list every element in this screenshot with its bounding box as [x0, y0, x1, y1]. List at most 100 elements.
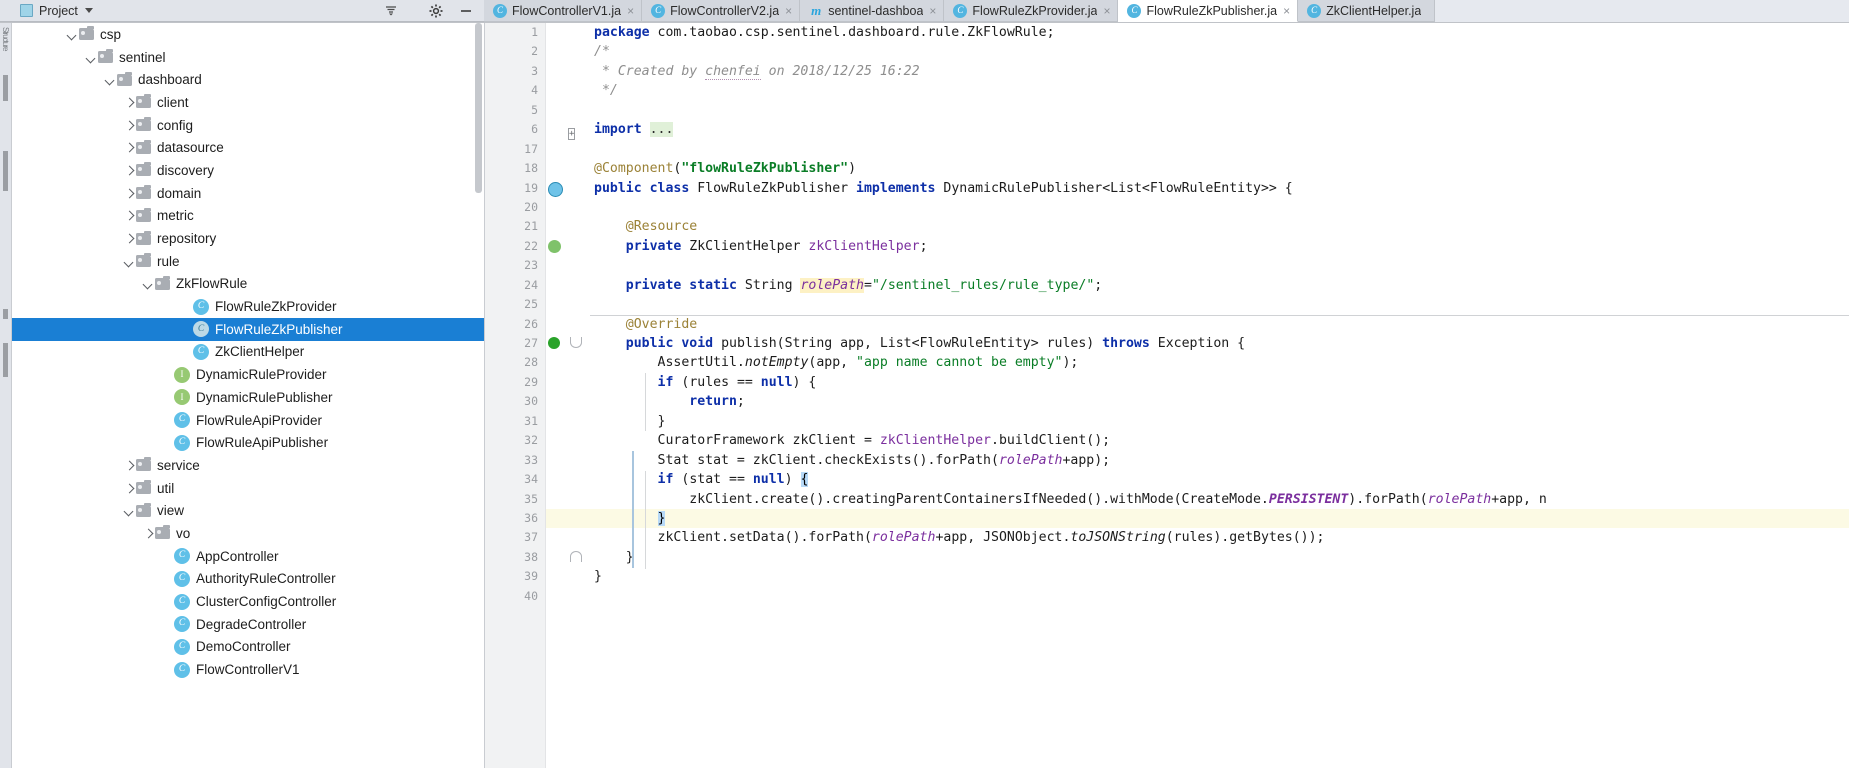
editor-tab[interactable]: C ZkClientHelper.ja: [1298, 0, 1436, 22]
code-line[interactable]: private ZkClientHelper zkClientHelper;: [590, 237, 1849, 256]
code-line[interactable]: Stat stat = zkClient.checkExists().forPa…: [590, 451, 1849, 470]
chevron-right-icon[interactable]: [142, 527, 155, 540]
gutter-row[interactable]: [546, 295, 590, 314]
code-line[interactable]: AssertUtil.notEmpty(app, "app name canno…: [590, 353, 1849, 372]
project-tree[interactable]: csp sentinel dashboard client config datasour…: [12, 23, 485, 768]
code-line[interactable]: }: [590, 412, 1849, 431]
override-method-icon[interactable]: [548, 337, 560, 350]
tree-scrollbar[interactable]: [475, 23, 482, 193]
gutter-row[interactable]: [546, 140, 590, 159]
fold-collapse-icon[interactable]: [570, 551, 582, 563]
editor-tab[interactable]: C FlowRuleZkPublisher.ja ×: [1118, 0, 1299, 22]
tree-item[interactable]: ZkFlowRule: [12, 273, 484, 296]
code-line[interactable]: /*: [590, 42, 1849, 61]
editor-tab[interactable]: C FlowControllerV1.ja ×: [484, 0, 643, 22]
code-line[interactable]: * Created by chenfei on 2018/12/25 16:22: [590, 62, 1849, 81]
code-line[interactable]: [590, 587, 1849, 606]
code-line[interactable]: @Component("flowRuleZkPublisher"): [590, 159, 1849, 178]
gutter-row[interactable]: [546, 198, 590, 217]
gutter-row[interactable]: [546, 451, 590, 470]
chevron-right-icon[interactable]: [123, 96, 136, 109]
chevron-down-icon[interactable]: [66, 28, 79, 41]
code-line[interactable]: }: [590, 508, 1849, 529]
gutter-icon-column[interactable]: +: [546, 23, 590, 768]
gutter-row[interactable]: [546, 490, 590, 509]
gutter-row[interactable]: [546, 353, 590, 372]
gutter-row[interactable]: [546, 276, 590, 295]
gutter-row[interactable]: [546, 23, 590, 42]
gutter-row[interactable]: [546, 159, 590, 178]
code-line[interactable]: [590, 140, 1849, 159]
tree-item[interactable]: C FlowRuleApiProvider: [12, 409, 484, 432]
gutter-row[interactable]: [546, 373, 590, 392]
code-line[interactable]: public void publish(String app, List<Flo…: [590, 334, 1849, 353]
chevron-right-icon[interactable]: [123, 119, 136, 132]
gutter-row[interactable]: [546, 431, 590, 450]
tree-item[interactable]: sentinel: [12, 46, 484, 69]
close-icon[interactable]: ×: [1282, 5, 1290, 17]
tree-item[interactable]: datasource: [12, 136, 484, 159]
tree-item[interactable]: metric: [12, 205, 484, 228]
tree-item[interactable]: util: [12, 477, 484, 500]
tree-item[interactable]: C FlowControllerV1: [12, 658, 484, 681]
gutter-row[interactable]: [546, 81, 590, 100]
gutter-row[interactable]: [546, 412, 590, 431]
settings-gear-icon[interactable]: [428, 3, 444, 19]
close-icon[interactable]: ×: [1102, 5, 1110, 17]
code-content[interactable]: package com.taobao.csp.sentinel.dashboar…: [590, 23, 1849, 768]
close-icon[interactable]: ×: [928, 5, 936, 17]
code-line[interactable]: [590, 101, 1849, 120]
gutter-row[interactable]: [546, 217, 590, 236]
editor-tab[interactable]: C FlowRuleZkProvider.ja ×: [944, 0, 1119, 22]
tree-item[interactable]: view: [12, 499, 484, 522]
tree-item[interactable]: C AppController: [12, 545, 484, 568]
code-line[interactable]: @Override: [590, 315, 1849, 334]
tree-item[interactable]: C AuthorityRuleController: [12, 568, 484, 591]
chevron-right-icon[interactable]: [123, 459, 136, 472]
gutter-row[interactable]: [546, 528, 590, 547]
code-line[interactable]: [590, 295, 1849, 314]
tree-item[interactable]: domain: [12, 182, 484, 205]
code-line[interactable]: CuratorFramework zkClient = zkClientHelp…: [590, 431, 1849, 450]
tree-item[interactable]: dashboard: [12, 68, 484, 91]
chevron-down-icon[interactable]: [104, 73, 117, 86]
code-line[interactable]: [590, 256, 1849, 275]
implemented-interface-icon[interactable]: [548, 181, 563, 197]
gutter-row[interactable]: [546, 256, 590, 275]
tree-item[interactable]: service: [12, 454, 484, 477]
chevron-right-icon[interactable]: [123, 209, 136, 222]
chevron-right-icon[interactable]: [123, 482, 136, 495]
fold-collapse-icon[interactable]: [570, 337, 582, 349]
code-line[interactable]: if (stat == null) {: [590, 470, 1849, 489]
tree-item[interactable]: C ZkClientHelper: [12, 341, 484, 364]
chevron-down-icon[interactable]: [84, 8, 93, 13]
code-line[interactable]: }: [590, 567, 1849, 586]
tree-item[interactable]: C DemoController: [12, 636, 484, 659]
fold-expand-icon[interactable]: +: [568, 123, 576, 141]
gutter-row[interactable]: [546, 567, 590, 586]
bean-autowired-icon[interactable]: [548, 239, 561, 253]
editor-tab[interactable]: m sentinel-dashboa ×: [800, 0, 945, 22]
code-line[interactable]: import ...: [590, 120, 1849, 139]
tree-item[interactable]: client: [12, 91, 484, 114]
code-line[interactable]: public class FlowRuleZkPublisher impleme…: [590, 179, 1849, 198]
code-line[interactable]: @Resource: [590, 217, 1849, 236]
gutter-row[interactable]: [546, 470, 590, 489]
code-line[interactable]: if (rules == null) {: [590, 373, 1849, 392]
collapse-all-icon[interactable]: [383, 3, 399, 19]
tree-item[interactable]: config: [12, 114, 484, 137]
close-icon[interactable]: ×: [626, 5, 634, 17]
gutter-row[interactable]: [546, 101, 590, 120]
editor-tab[interactable]: C FlowControllerV2.ja ×: [642, 0, 801, 22]
tree-item[interactable]: rule: [12, 250, 484, 273]
code-line[interactable]: zkClient.create().creatingParentContaine…: [590, 490, 1849, 509]
chevron-right-icon[interactable]: [123, 164, 136, 177]
gutter-row[interactable]: [546, 42, 590, 61]
chevron-right-icon[interactable]: [123, 232, 136, 245]
chevron-down-icon[interactable]: [123, 255, 136, 268]
code-editor[interactable]: 1 2 3 4 5 6 17 18 19 20 21 22 23 24 25 26 27 28 29 30 31 32 33…: [485, 23, 1849, 768]
project-toolwindow-header[interactable]: Project: [0, 0, 484, 22]
tree-item[interactable]: I DynamicRulePublisher: [12, 386, 484, 409]
tree-item[interactable]: C ClusterConfigController: [12, 590, 484, 613]
chevron-down-icon[interactable]: [85, 51, 98, 64]
